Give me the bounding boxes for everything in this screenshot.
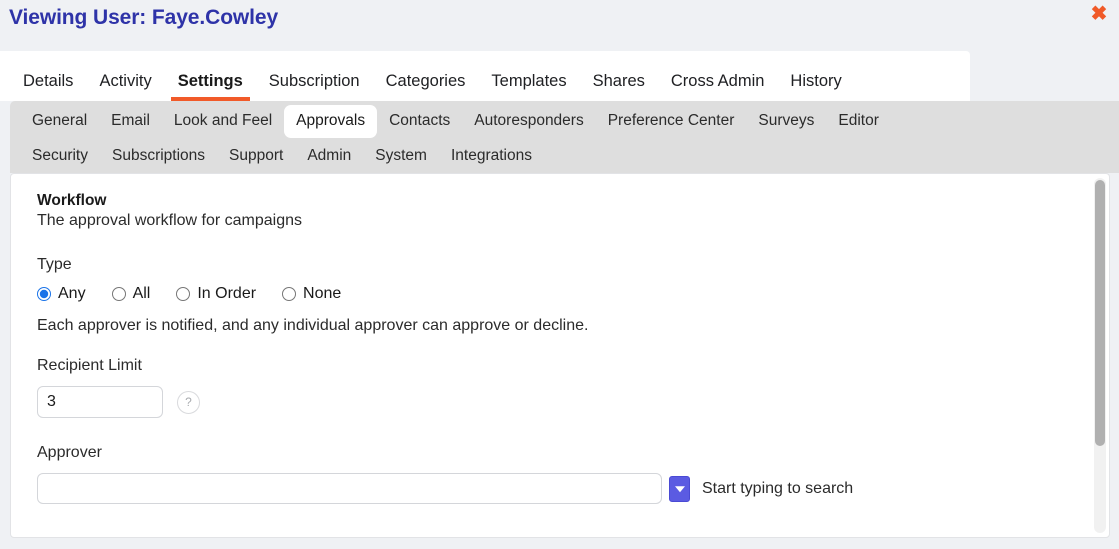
tab-shares[interactable]: Shares bbox=[580, 72, 658, 102]
tab-details[interactable]: Details bbox=[10, 72, 86, 102]
workflow-description: The approval workflow for campaigns bbox=[37, 212, 303, 229]
approvals-panel: Workflow The approval workflow for campa… bbox=[10, 173, 1110, 538]
radio-input-none[interactable] bbox=[282, 287, 297, 301]
subtab-general[interactable]: General bbox=[20, 107, 99, 137]
radio-option-any[interactable]: Any bbox=[37, 285, 86, 303]
page-title: Viewing User: Faye.Cowley bbox=[9, 6, 279, 29]
subtab-editor[interactable]: Editor bbox=[826, 107, 891, 137]
help-icon[interactable]: ? bbox=[177, 390, 200, 414]
subtab-subscriptions[interactable]: Subscriptions bbox=[100, 142, 217, 172]
chevron-down-icon[interactable] bbox=[669, 475, 690, 502]
radio-option-all[interactable]: All bbox=[111, 285, 151, 303]
recipient-limit-label: Recipient Limit bbox=[37, 357, 142, 374]
approver-label: Approver bbox=[37, 444, 102, 461]
approver-search-hint: Start typing to search bbox=[702, 479, 854, 497]
primary-tabbar: Details Activity Settings Subscription C… bbox=[0, 51, 970, 101]
subtab-system[interactable]: System bbox=[363, 142, 439, 172]
subtab-approvals[interactable]: Approvals bbox=[284, 104, 378, 139]
viewing-user-modal: Viewing User: Faye.Cowley ✖ Details Acti… bbox=[0, 0, 1119, 549]
tab-categories[interactable]: Categories bbox=[373, 72, 479, 102]
subtab-support[interactable]: Support bbox=[217, 142, 295, 172]
tab-cross-admin[interactable]: Cross Admin bbox=[658, 72, 778, 102]
tab-settings[interactable]: Settings bbox=[165, 72, 256, 102]
tab-history[interactable]: History bbox=[777, 72, 854, 102]
settings-subtabs: General Email Look and Feel Approvals Co… bbox=[10, 101, 1119, 173]
radio-option-in-order[interactable]: In Order bbox=[176, 285, 256, 303]
close-icon[interactable]: ✖ bbox=[1087, 2, 1111, 26]
radio-label-any: Any bbox=[58, 285, 86, 302]
recipient-limit-input[interactable] bbox=[37, 386, 163, 418]
workflow-heading: Workflow bbox=[37, 192, 107, 209]
radio-input-all[interactable] bbox=[111, 287, 126, 301]
vertical-scrollbar[interactable] bbox=[1094, 178, 1106, 533]
tab-activity[interactable]: Activity bbox=[86, 72, 164, 102]
type-help-text: Each approver is notified, and any indiv… bbox=[37, 317, 589, 334]
radio-input-any[interactable] bbox=[37, 287, 51, 301]
approver-row: Start typing to search bbox=[37, 473, 1083, 504]
type-label: Type bbox=[37, 256, 72, 273]
approver-input[interactable] bbox=[37, 473, 662, 504]
type-radio-group: Any All In Order None bbox=[37, 285, 1083, 303]
subtab-surveys[interactable]: Surveys bbox=[746, 107, 826, 137]
scrollbar-thumb[interactable] bbox=[1095, 180, 1105, 446]
subtab-security[interactable]: Security bbox=[20, 142, 100, 172]
radio-label-all: All bbox=[132, 285, 151, 302]
radio-option-none[interactable]: None bbox=[282, 285, 341, 303]
subtab-email[interactable]: Email bbox=[99, 107, 162, 137]
subtab-admin[interactable]: Admin bbox=[295, 142, 363, 172]
subtab-preference-center[interactable]: Preference Center bbox=[596, 107, 747, 137]
modal-header: Viewing User: Faye.Cowley ✖ bbox=[0, 0, 1119, 42]
tab-subscription[interactable]: Subscription bbox=[256, 72, 373, 102]
subtab-contacts[interactable]: Contacts bbox=[377, 107, 462, 137]
radio-label-none: None bbox=[303, 285, 342, 302]
subtab-integrations[interactable]: Integrations bbox=[439, 142, 544, 172]
tab-templates[interactable]: Templates bbox=[478, 72, 579, 102]
radio-input-in-order[interactable] bbox=[176, 287, 191, 301]
subtab-look-and-feel[interactable]: Look and Feel bbox=[162, 107, 284, 137]
recipient-limit-row: ? bbox=[37, 386, 1083, 418]
radio-label-in-order: In Order bbox=[197, 285, 257, 302]
subtab-autoresponders[interactable]: Autoresponders bbox=[462, 107, 595, 137]
